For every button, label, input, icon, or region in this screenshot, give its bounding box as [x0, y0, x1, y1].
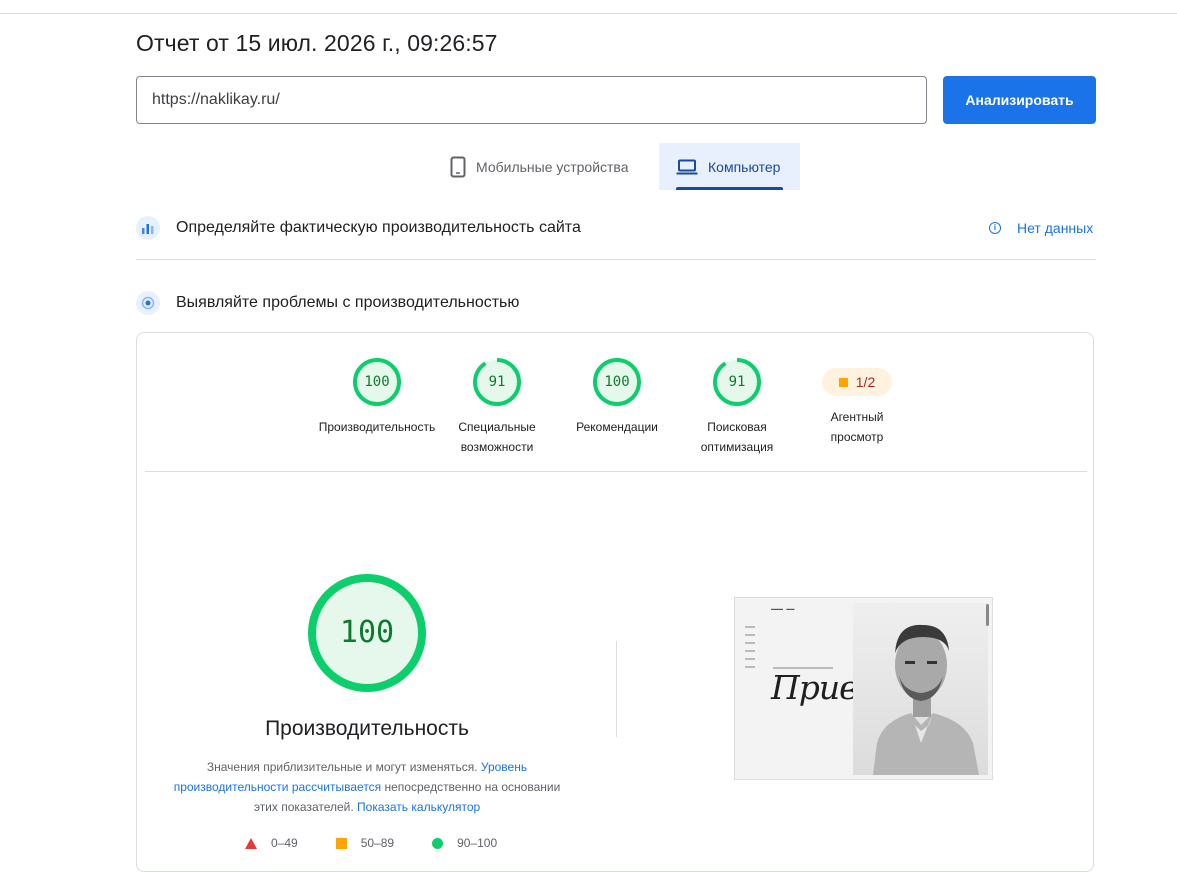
gauge-label-line1: Рекомендации: [576, 420, 658, 434]
gauge-seo[interactable]: 91 Поисковая оптимизация: [672, 357, 802, 457]
square-icon: [335, 837, 347, 849]
gauge-agentic-browsing[interactable]: 1/2 Агентный просмотр: [792, 357, 922, 447]
gauge-label: Агентный просмотр: [792, 407, 922, 447]
preview-nav: ▬▬▬ ▬▬: [771, 606, 795, 611]
page-title: Отчет от 15 июл. 2026 г., 09:26:57: [136, 30, 498, 56]
gauge-ring: 100: [352, 357, 402, 407]
section-divider: [136, 259, 1096, 260]
tab-mobile[interactable]: Мобильные устройства: [440, 143, 655, 190]
gauge-label-line1: Специальные: [458, 420, 536, 434]
gauge-label: Поисковая оптимизация: [672, 417, 802, 457]
gauge-value: 91: [488, 374, 506, 390]
analyze-button[interactable]: Анализировать: [943, 76, 1096, 124]
agent-value: 1/2: [855, 374, 876, 390]
performance-big-gauge: 100: [307, 573, 427, 693]
laptop-icon: [676, 159, 698, 174]
gauge-value: 100: [364, 374, 390, 390]
gauge-performance[interactable]: 100 Производительность: [312, 357, 442, 437]
gauge-value: 100: [604, 374, 630, 390]
legend-good: 90–100: [432, 836, 497, 850]
field-data-icon: [136, 216, 160, 240]
legend-poor-range: 0–49: [271, 836, 298, 850]
gauge-ring: 91: [712, 357, 762, 407]
phone-icon: [450, 156, 466, 177]
gauge-label-line1: Производительность: [318, 420, 436, 434]
no-data-link[interactable]: i Нет данных: [989, 220, 1093, 236]
gauges-divider: [145, 471, 1087, 472]
page-screenshot-preview[interactable]: ▬▬▬ ▬▬ Привет!: [734, 597, 993, 780]
lab-data-title: Выявляйте проблемы с производительностью: [176, 294, 520, 311]
vertical-divider: [616, 641, 617, 737]
circle-icon: [432, 837, 444, 849]
lab-data-icon: [136, 291, 160, 315]
no-data-label: Нет данных: [1017, 220, 1094, 236]
preview-portrait-image: [853, 603, 988, 775]
preview-scrollbar: [986, 604, 989, 626]
gauge-best-practices[interactable]: 100 Рекомендации: [552, 357, 682, 437]
lab-data-heading: Выявляйте проблемы с производительностью: [136, 291, 519, 315]
gauge-label-line2: оптимизация: [700, 440, 774, 454]
field-data-heading: Определяйте фактическую производительнос…: [136, 216, 581, 240]
gauge-label: Рекомендации: [552, 417, 682, 437]
legend-poor: 0–49: [245, 836, 298, 850]
lab-data-panel: 100 Производительность 91 Специальные во…: [136, 332, 1094, 872]
tab-desktop-label: Компьютер: [708, 158, 781, 175]
gauge-value: 91: [728, 374, 746, 390]
gauge-label: Специальные возможности: [432, 417, 562, 457]
average-square-icon: [838, 377, 848, 387]
top-divider: [0, 13, 1177, 14]
legend-average: 50–89: [335, 836, 395, 850]
score-legend: 0–49 50–89 90–100: [245, 836, 535, 850]
field-data-title: Определяйте фактическую производительнос…: [176, 219, 581, 236]
gauge-accessibility[interactable]: 91 Специальные возможности: [432, 357, 562, 457]
gauge-label-line2: просмотр: [830, 430, 884, 444]
performance-score: 100: [339, 615, 395, 650]
gauge-label: Производительность: [312, 417, 442, 437]
performance-title: Производительность: [265, 717, 469, 740]
legend-average-range: 50–89: [360, 836, 395, 850]
gauge-label-line2: возможности: [460, 440, 534, 454]
gauge-ring: 100: [592, 357, 642, 407]
tab-mobile-label: Мобильные устройства: [476, 158, 629, 175]
performance-description: Значения приблизительные и могут изменят…: [172, 757, 562, 817]
tab-desktop[interactable]: Компьютер: [659, 143, 800, 190]
gauge-label-line1: Поисковая: [707, 420, 767, 434]
show-calculator-link[interactable]: Показать калькулятор: [357, 800, 480, 814]
agent-badge: 1/2: [822, 368, 892, 396]
url-input[interactable]: [136, 76, 927, 124]
active-tab-indicator: [676, 187, 783, 190]
triangle-icon: [245, 837, 257, 849]
gauge-label-line1: Агентный: [830, 410, 884, 424]
score-gauges: 100 Производительность 91 Специальные во…: [137, 357, 1095, 467]
gauge-ring: 91: [472, 357, 522, 407]
desc-text-1: Значения приблизительные и могут изменят…: [206, 760, 481, 774]
info-icon: i: [989, 222, 1001, 234]
preview-sidebar: [745, 626, 765, 674]
legend-good-range: 90–100: [457, 836, 498, 850]
